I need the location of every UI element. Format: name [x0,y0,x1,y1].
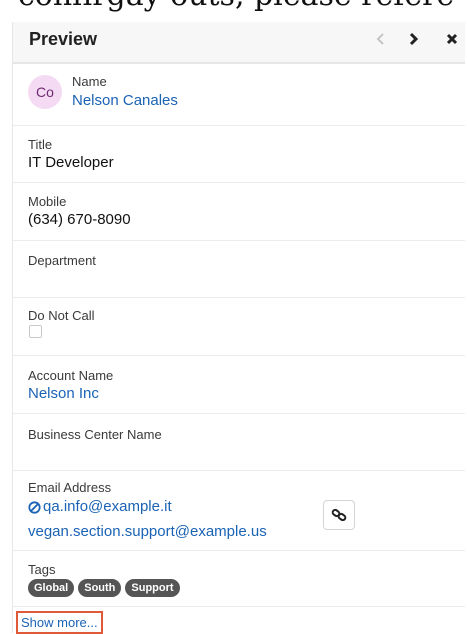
tag-list: Global South Support [28,579,180,597]
record-card: Co Name Nelson Canales Title IT Develope… [13,63,465,634]
previous-record-button[interactable] [370,28,392,50]
name-label: Name [72,74,107,89]
field-tags: Tags Global South Support [13,551,465,607]
email-secondary-link[interactable]: vegan.section.support@example.us [28,523,267,540]
title-value: IT Developer [28,154,114,171]
mobile-value: (634) 670-8090 [28,211,131,228]
email-label: Email Address [28,480,112,495]
email-primary-link[interactable]: qa.info@example.it [43,498,172,515]
preview-header: Preview [13,22,465,63]
title-label: Title [28,137,53,152]
account-name-link[interactable]: Nelson Inc [28,385,99,402]
close-button[interactable] [441,28,463,50]
field-name: Co Name Nelson Canales [13,64,465,126]
tag-support[interactable]: Support [125,579,180,597]
preview-title: Preview [29,29,98,49]
field-mobile: Mobile (634) 670-8090 [13,183,465,241]
field-account-name: Account Name Nelson Inc [13,356,465,414]
preview-panel: Preview Co Name Nelson Canales Title IT … [12,22,465,634]
do-not-call-checkbox[interactable] [29,325,42,338]
field-title: Title IT Developer [13,126,465,183]
department-label: Department [28,253,96,268]
tag-south[interactable]: South [78,579,122,597]
email-link-button[interactable] [323,500,355,530]
account-name-label: Account Name [28,368,114,383]
next-record-button[interactable] [402,28,424,50]
close-icon [446,33,458,45]
field-email: Email Address qa.info@example.it vegan.s… [13,471,465,551]
background-text-crop: confirgay outs, please refere [0,0,467,22]
chevron-right-icon [409,32,419,46]
show-more-link[interactable]: Show more... [16,611,103,634]
opt-out-icon [28,501,41,514]
background-text: confirgay outs, please refere [18,0,454,13]
link-icon [331,508,347,522]
name-value-link[interactable]: Nelson Canales [72,92,178,109]
do-not-call-label: Do Not Call [28,308,95,323]
mobile-label: Mobile [28,194,67,209]
field-do-not-call: Do Not Call [13,298,465,356]
avatar: Co [28,75,62,109]
field-business-center: Business Center Name [13,414,465,471]
chevron-left-icon [376,33,384,45]
field-department: Department [13,241,465,298]
tag-global[interactable]: Global [28,579,75,597]
tags-label: Tags [28,562,56,577]
business-center-label: Business Center Name [28,427,162,442]
